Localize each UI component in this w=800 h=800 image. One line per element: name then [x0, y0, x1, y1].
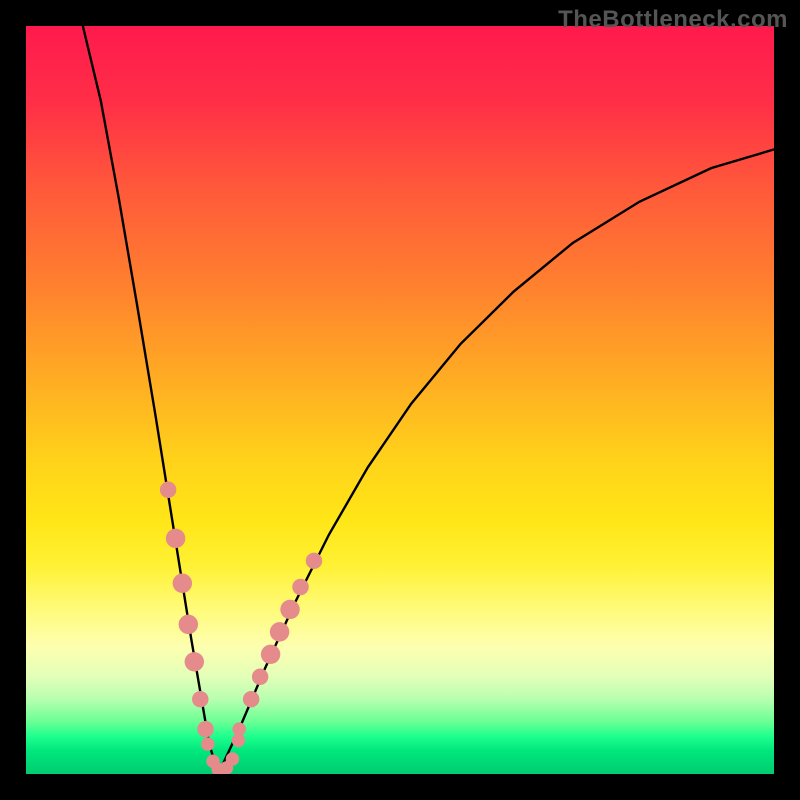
highlight-dot	[160, 482, 176, 498]
highlight-dot	[270, 622, 289, 641]
watermark-label: TheBottleneck.com	[558, 6, 788, 34]
highlight-dot	[306, 553, 322, 569]
highlight-dot	[179, 615, 198, 634]
highlight-dot	[185, 652, 204, 671]
highlight-dot	[192, 691, 208, 707]
plot-area	[26, 26, 774, 774]
highlight-dot	[243, 691, 259, 707]
highlight-markers	[160, 482, 322, 774]
bottleneck-curve-right-path	[218, 149, 774, 774]
chart-canvas: TheBottleneck.com	[0, 0, 800, 800]
highlight-dot	[261, 645, 280, 664]
highlight-dot	[292, 579, 308, 595]
highlight-dot	[173, 574, 192, 593]
highlight-dot	[197, 721, 213, 737]
highlight-dot	[232, 722, 245, 735]
highlight-dot	[201, 737, 214, 750]
highlight-dot	[166, 529, 185, 548]
highlight-dot	[252, 669, 268, 685]
highlight-dot	[280, 600, 299, 619]
highlight-dot	[226, 752, 239, 765]
curve-overlay	[26, 26, 774, 774]
